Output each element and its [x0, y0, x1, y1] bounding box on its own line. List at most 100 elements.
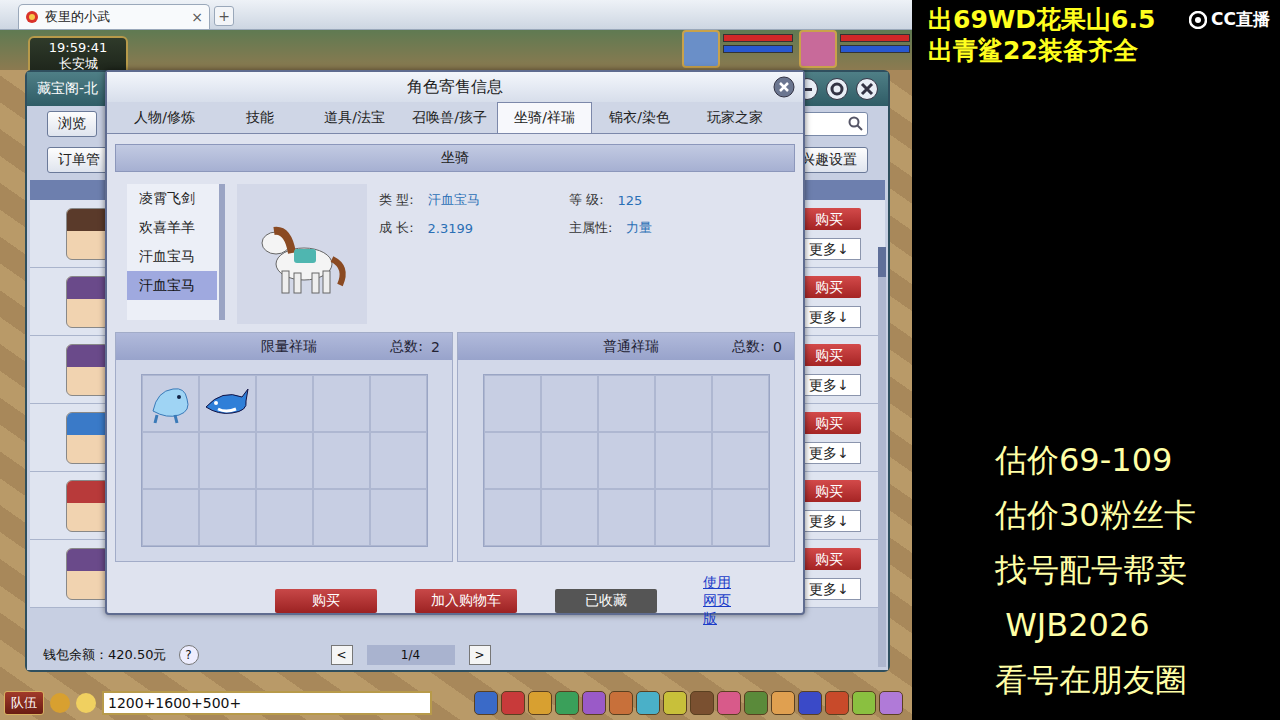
dialog-titlebar: 角色寄售信息	[107, 72, 803, 102]
item-slot[interactable]	[313, 375, 370, 432]
mount-item[interactable]: 汗血宝马	[127, 271, 217, 300]
item-slot[interactable]	[370, 432, 427, 489]
toolbar-button[interactable]	[771, 691, 795, 715]
close[interactable]	[856, 78, 878, 100]
item-slot[interactable]	[655, 375, 712, 432]
item-slot[interactable]	[313, 489, 370, 546]
dialog-tab[interactable]: 坐骑/祥瑞	[497, 102, 592, 133]
item-slot[interactable]	[712, 489, 769, 546]
item-slot[interactable]	[142, 375, 199, 432]
toolbar-button[interactable]	[663, 691, 687, 715]
item-slot[interactable]	[655, 489, 712, 546]
item-slot[interactable]	[712, 432, 769, 489]
item-slot[interactable]	[598, 432, 655, 489]
channel-button[interactable]: 队伍	[4, 691, 44, 715]
toolbar-button[interactable]	[879, 691, 903, 715]
toolbar-button[interactable]	[528, 691, 552, 715]
buy-button[interactable]: 购买	[797, 548, 861, 570]
primary-button[interactable]: 加入购物车	[415, 589, 517, 613]
item-slot[interactable]	[199, 489, 256, 546]
item-slot[interactable]	[256, 489, 313, 546]
item-slot[interactable]	[541, 375, 598, 432]
dialog-tab[interactable]: 玩家之家	[687, 102, 782, 133]
toolbar-button[interactable]	[852, 691, 876, 715]
xiangrui-item[interactable]	[202, 377, 252, 431]
speech-icon[interactable]	[76, 693, 96, 713]
more-button[interactable]: 更多↓	[797, 374, 861, 396]
item-slot[interactable]	[484, 489, 541, 546]
dialog-tab[interactable]: 道具/法宝	[307, 102, 402, 133]
done-button[interactable]: 已收藏	[555, 589, 657, 613]
toolbar-button[interactable]	[636, 691, 660, 715]
settings[interactable]	[826, 78, 848, 100]
more-button[interactable]: 更多↓	[797, 510, 861, 532]
dialog-buttons: 购买 加入购物车 已收藏 使用网页版	[115, 572, 795, 628]
item-slot[interactable]	[598, 489, 655, 546]
detail-field: 成 长:2.3199	[379, 214, 569, 242]
mount-item[interactable]: 欢喜羊羊	[127, 213, 217, 242]
mount-details: 类 型:汗血宝马等 级:125成 长:2.3199主属性:力量	[379, 184, 783, 320]
item-slot[interactable]	[142, 489, 199, 546]
dialog-tab[interactable]: 召唤兽/孩子	[402, 102, 497, 133]
browser-tab[interactable]: 夜里的小武×	[18, 4, 210, 29]
help-button[interactable]: ?	[179, 645, 199, 665]
dialog-tab[interactable]: 技能	[212, 102, 307, 133]
item-slot[interactable]	[199, 375, 256, 432]
item-slot[interactable]	[541, 432, 598, 489]
toolbar-button[interactable]	[717, 691, 741, 715]
mount-item[interactable]: 汗血宝马	[127, 242, 217, 271]
scrollbar[interactable]	[878, 247, 886, 667]
toolbar-button[interactable]	[825, 691, 849, 715]
dialog-tab[interactable]: 锦衣/染色	[592, 102, 687, 133]
buy-button[interactable]: 购买	[797, 208, 861, 230]
item-slot[interactable]	[256, 432, 313, 489]
more-button[interactable]: 更多↓	[797, 238, 861, 260]
tab-close[interactable]: ×	[191, 9, 203, 25]
next-page[interactable]: >	[469, 645, 491, 665]
dialog-tab[interactable]: 人物/修炼	[117, 102, 212, 133]
buy-button[interactable]: 购买	[797, 344, 861, 366]
item-slot[interactable]	[142, 432, 199, 489]
xiangrui-row: 限量祥瑞总数:2普通祥瑞总数:0	[115, 332, 795, 562]
detail-value: 2.3199	[428, 221, 474, 236]
link-button[interactable]: 使用网页版	[695, 574, 743, 628]
mic-icon[interactable]	[50, 693, 70, 713]
item-slot[interactable]	[199, 432, 256, 489]
toolbar-button[interactable]	[582, 691, 606, 715]
toolbar-button[interactable]	[744, 691, 768, 715]
chat-input[interactable]: 1200+1600+500+	[102, 691, 432, 715]
xiangrui-item[interactable]	[145, 377, 195, 431]
buy-button[interactable]: 购买	[797, 480, 861, 502]
item-slot[interactable]	[484, 432, 541, 489]
item-slot[interactable]	[313, 432, 370, 489]
item-slot[interactable]	[655, 432, 712, 489]
buy-button[interactable]: 购买	[797, 276, 861, 298]
more-button[interactable]: 更多↓	[797, 578, 861, 600]
toolbar-button[interactable]	[798, 691, 822, 715]
more-button[interactable]: 更多↓	[797, 442, 861, 464]
item-slot[interactable]	[712, 375, 769, 432]
toolbar-button[interactable]	[690, 691, 714, 715]
scroll-thumb[interactable]	[878, 247, 886, 277]
item-slot[interactable]	[598, 375, 655, 432]
toolbar-button[interactable]	[501, 691, 525, 715]
toolbar-button[interactable]	[474, 691, 498, 715]
toolbar-button[interactable]	[555, 691, 579, 715]
close-button[interactable]	[773, 76, 795, 98]
more-button[interactable]: 更多↓	[797, 306, 861, 328]
item-slot[interactable]	[484, 375, 541, 432]
item-slot[interactable]	[256, 375, 313, 432]
buy-button[interactable]: 购买	[797, 412, 861, 434]
detail-label: 主属性:	[569, 219, 612, 237]
primary-button[interactable]: 购买	[275, 589, 377, 613]
item-slot[interactable]	[541, 489, 598, 546]
portrait-bars	[723, 30, 793, 53]
toolbar-button[interactable]	[609, 691, 633, 715]
item-slot[interactable]	[370, 375, 427, 432]
new-tab-button[interactable]: +	[214, 6, 234, 26]
item-slot[interactable]	[370, 489, 427, 546]
mount-item[interactable]: 凌霄飞剑	[127, 184, 217, 213]
prev-page[interactable]: <	[331, 645, 353, 665]
orders-button[interactable]: 订单管	[47, 147, 111, 173]
browse-tab[interactable]: 浏览	[47, 111, 97, 137]
